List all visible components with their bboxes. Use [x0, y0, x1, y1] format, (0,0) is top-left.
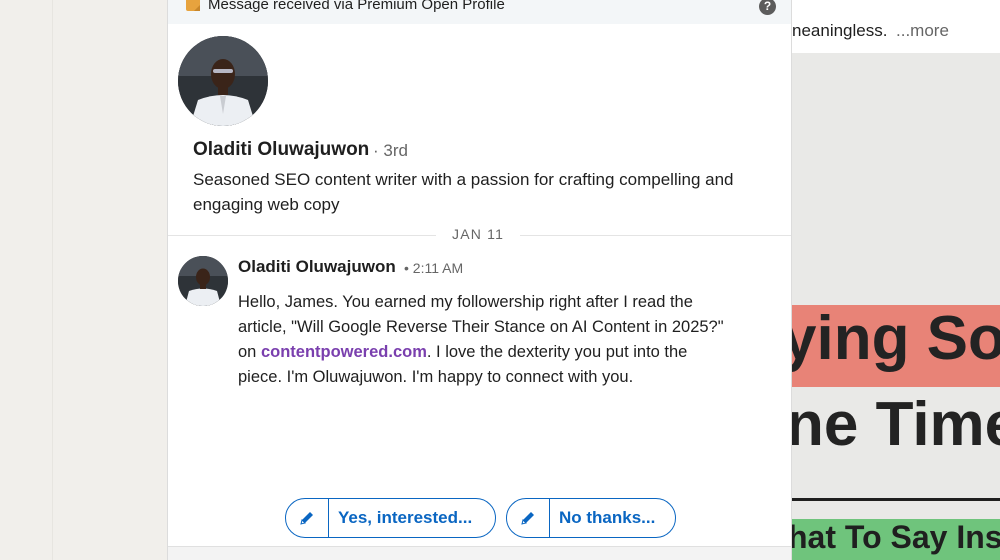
- image-rule: [792, 498, 1000, 501]
- connection-degree: · 3rd: [373, 141, 408, 160]
- image-text-line2: ne Time: [792, 390, 1000, 459]
- pencil-icon: [507, 499, 550, 537]
- feed-post: neaningless. ...more ying So ne Time hat…: [792, 0, 1000, 560]
- image-text-line1: ying So: [792, 304, 1000, 373]
- post-snippet: neaningless.: [792, 21, 888, 40]
- left-divider: [52, 0, 53, 560]
- message-link[interactable]: contentpowered.com: [261, 343, 427, 361]
- message-body: Hello, James. You earned my followership…: [238, 290, 728, 390]
- reply-no-label: No thanks...: [559, 508, 656, 527]
- profile-headline: Seasoned SEO content writer with a passi…: [193, 170, 734, 214]
- banner-text: Message received via Premium Open Profil…: [208, 0, 505, 13]
- profile-avatar[interactable]: [178, 36, 268, 126]
- left-background: [0, 0, 167, 560]
- message-timestamp: • 2:11 AM: [404, 260, 464, 276]
- date-label: JAN 11: [436, 226, 521, 242]
- composer-edge: [168, 546, 791, 560]
- premium-badge-icon: [186, 0, 200, 11]
- reply-yes-label: Yes, interested...: [338, 508, 473, 527]
- reply-no-thanks-button[interactable]: No thanks...: [506, 498, 676, 538]
- message-sender[interactable]: Oladiti Oluwajuwon: [238, 257, 396, 277]
- image-text-line3: hat To Say Inst: [792, 519, 1000, 555]
- reply-yes-interested-button[interactable]: Yes, interested...: [285, 498, 496, 538]
- see-more-link[interactable]: ...more: [896, 21, 949, 41]
- profile-name[interactable]: Oladiti Oluwajuwon: [193, 139, 369, 161]
- sender-avatar[interactable]: [178, 256, 228, 306]
- post-image[interactable]: ying So ne Time hat To Say Inst: [792, 53, 1000, 560]
- help-icon[interactable]: ?: [759, 0, 776, 15]
- conversation-panel: Message received via Premium Open Profil…: [167, 0, 792, 560]
- premium-banner: Message received via Premium Open Profil…: [168, 0, 791, 24]
- pencil-icon: [286, 499, 329, 537]
